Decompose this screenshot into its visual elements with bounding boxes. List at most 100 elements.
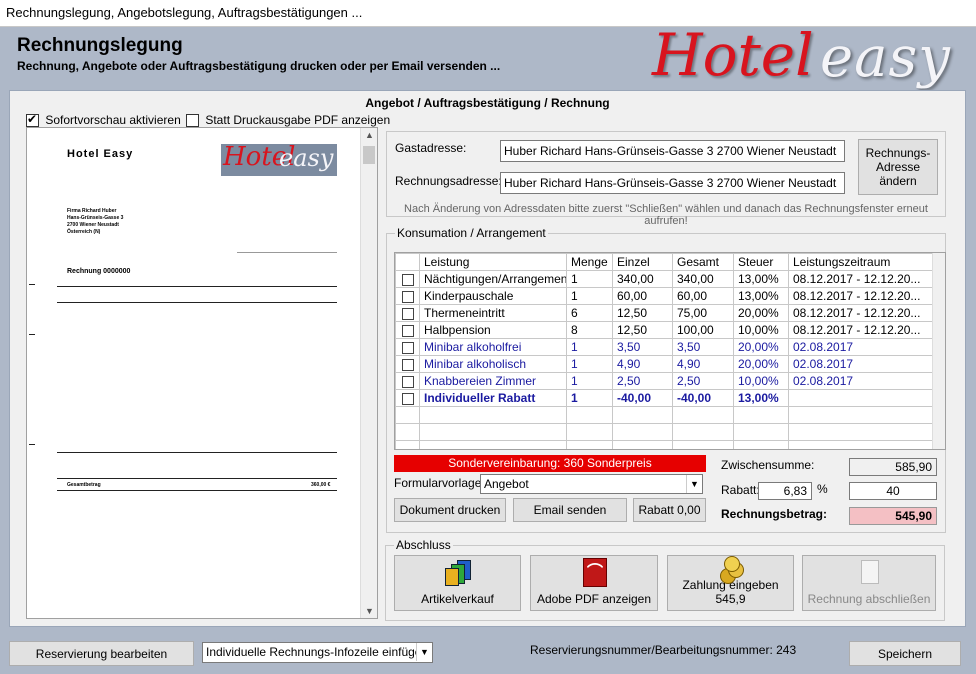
invoice-total-value: 545,90	[849, 507, 937, 525]
row-checkbox[interactable]	[401, 392, 414, 405]
scroll-thumb[interactable]	[363, 146, 375, 164]
column-header[interactable]: Leistungszeitraum	[788, 253, 934, 271]
row-checkbox[interactable]	[401, 307, 414, 320]
change-invoice-address-button[interactable]: Rechnungs-Adresse ändern	[858, 139, 938, 195]
cell-menge: 1	[566, 389, 613, 407]
preview-rule	[57, 490, 337, 491]
subtotal-value: 585,90	[849, 458, 937, 476]
cell-einzel: 2,50	[612, 372, 673, 390]
fold-mark	[29, 444, 35, 445]
row-checkbox[interactable]	[401, 324, 414, 337]
empty-row	[395, 440, 934, 449]
cell-zeitraum: 08.12.2017 - 12.12.20...	[788, 321, 934, 339]
cell-zeitraum	[788, 389, 934, 407]
table-row[interactable]: Kinderpauschale 1 60,00 60,00 13,00% 08.12.20…	[395, 287, 934, 305]
empty-row	[395, 423, 934, 441]
table-row[interactable]: Minibar alkoholisch 1 4,90 4,90 20,00% 02.08.…	[395, 355, 934, 373]
cell-steuer: 20,00%	[733, 338, 789, 356]
row-checkbox[interactable]	[401, 358, 414, 371]
document-preview[interactable]: Hotel Easy Hotel easy Firma Richard Hube…	[26, 127, 378, 619]
cell-zeitraum: 02.08.2017	[788, 355, 934, 373]
scroll-down-icon[interactable]: ▼	[361, 606, 377, 616]
pdf-checkbox[interactable]: Statt Druckausgabe PDF anzeigen	[186, 113, 390, 128]
cell-menge: 1	[566, 287, 613, 305]
cell-leistung: Thermeneintritt	[419, 304, 567, 322]
cell-menge: 1	[566, 372, 613, 390]
cell-menge: 1	[566, 355, 613, 373]
edit-reservation-button[interactable]: Reservierung bearbeiten	[9, 641, 194, 666]
preview-checkbox[interactable]: Sofortvorschau aktivieren	[26, 112, 181, 128]
info-line-select[interactable]: Individuelle Rechnungs-Infozeile einfüge…	[202, 642, 433, 663]
chevron-down-icon[interactable]: ▼	[416, 643, 432, 661]
enter-payment-button[interactable]: Zahlung eingeben 545,9	[667, 555, 794, 611]
cell-leistung: Nächtigungen/Arrangement	[419, 270, 567, 288]
invoice-address-field[interactable]: Huber Richard Hans-Grünseis-Gasse 3 2700…	[500, 172, 845, 194]
scroll-up-icon[interactable]: ▲	[361, 130, 377, 140]
checkbox-unchecked-icon[interactable]	[186, 114, 199, 128]
preview-rule	[57, 478, 337, 479]
cell-menge: 6	[566, 304, 613, 322]
column-header[interactable]: Steuer	[733, 253, 789, 271]
preview-rule	[57, 302, 337, 303]
save-button[interactable]: Speichern	[849, 641, 961, 666]
checkbox-checked-icon[interactable]	[26, 112, 39, 128]
table-row[interactable]: Nächtigungen/Arrangement 1 340,00 340,00 13,…	[395, 270, 934, 288]
column-header[interactable]: Gesamt	[672, 253, 734, 271]
consumption-table[interactable]: Leistung Menge Einzel Gesamt Steuer Leis…	[394, 252, 946, 450]
discount-percent-field[interactable]: 6,83	[758, 482, 812, 500]
cell-einzel: 4,90	[612, 355, 673, 373]
fold-mark	[29, 284, 35, 285]
print-document-button[interactable]: Dokument drucken	[394, 498, 506, 522]
guest-address-label: Gastadresse:	[395, 141, 467, 155]
row-checkbox[interactable]	[401, 290, 414, 303]
table-row[interactable]: Halbpension 8 12,50 100,00 10,00% 08.12.2017 …	[395, 321, 934, 339]
table-scrollbar[interactable]	[932, 253, 945, 449]
table-row[interactable]: Thermeneintritt 6 12,50 75,00 20,00% 08.12.20…	[395, 304, 934, 322]
column-header[interactable]: Leistung	[419, 253, 567, 271]
column-header[interactable]: Menge	[566, 253, 613, 271]
chevron-down-icon[interactable]: ▼	[686, 475, 702, 493]
cell-steuer: 13,00%	[733, 389, 789, 407]
discount-label: Rabatt:	[721, 483, 760, 497]
cell-gesamt: 340,00	[672, 270, 734, 288]
cell-gesamt: 100,00	[672, 321, 734, 339]
cell-zeitraum: 02.08.2017	[788, 372, 934, 390]
show-pdf-button[interactable]: ⌒ Adobe PDF anzeigen	[530, 555, 658, 611]
cell-einzel: 12,50	[612, 321, 673, 339]
preview-document-title: Rechnung 0000000	[67, 268, 131, 275]
row-checkbox[interactable]	[401, 375, 414, 388]
cell-leistung: Minibar alkoholfrei	[419, 338, 567, 356]
table-row[interactable]: Knabbereien Zimmer 1 2,50 2,50 10,00% 02.08.2…	[395, 372, 934, 390]
page-title: Rechnungslegung	[17, 35, 183, 56]
stacked-folders-icon	[443, 558, 473, 588]
row-checkbox[interactable]	[401, 273, 414, 286]
template-select[interactable]: Angebot ▼	[480, 474, 703, 494]
cell-zeitraum: 08.12.2017 - 12.12.20...	[788, 270, 934, 288]
preview-company-name: Hotel Easy	[67, 148, 134, 160]
subtotal-label: Zwischensumme:	[721, 458, 815, 472]
discount-amount-field[interactable]: 40	[849, 482, 937, 500]
fold-mark	[29, 334, 35, 335]
header: Rechnungslegung Rechnung, Angebote oder …	[0, 21, 976, 90]
cell-einzel: 60,00	[612, 287, 673, 305]
cell-gesamt: 60,00	[672, 287, 734, 305]
cell-zeitraum: 08.12.2017 - 12.12.20...	[788, 287, 934, 305]
cell-steuer: 20,00%	[733, 304, 789, 322]
cell-gesamt: 75,00	[672, 304, 734, 322]
cell-menge: 1	[566, 270, 613, 288]
table-row[interactable]: Minibar alkoholfrei 1 3,50 3,50 20,00% 02.08.…	[395, 338, 934, 356]
preview-scrollbar[interactable]: ▲ ▼	[360, 128, 377, 618]
guest-address-field[interactable]: Huber Richard Hans-Grünseis-Gasse 3 2700…	[500, 140, 845, 162]
cell-gesamt: -40,00	[672, 389, 734, 407]
article-sale-button[interactable]: Artikelverkauf	[394, 555, 521, 611]
consumption-title: Konsumation / Arrangement	[395, 226, 548, 240]
table-row[interactable]: Individueller Rabatt 1 -40,00 -40,00 13,00%	[395, 389, 934, 407]
close-invoice-button[interactable]: Rechnung abschließen	[802, 555, 936, 611]
discount-button[interactable]: Rabatt 0,00	[633, 498, 706, 522]
cell-einzel: 12,50	[612, 304, 673, 322]
address-hint: Nach Änderung von Adressdaten bitte zuer…	[404, 203, 928, 227]
preview-total-label: Gesamtbetrag	[67, 482, 101, 488]
row-checkbox[interactable]	[401, 341, 414, 354]
send-email-button[interactable]: Email senden	[513, 498, 627, 522]
column-header[interactable]: Einzel	[612, 253, 673, 271]
